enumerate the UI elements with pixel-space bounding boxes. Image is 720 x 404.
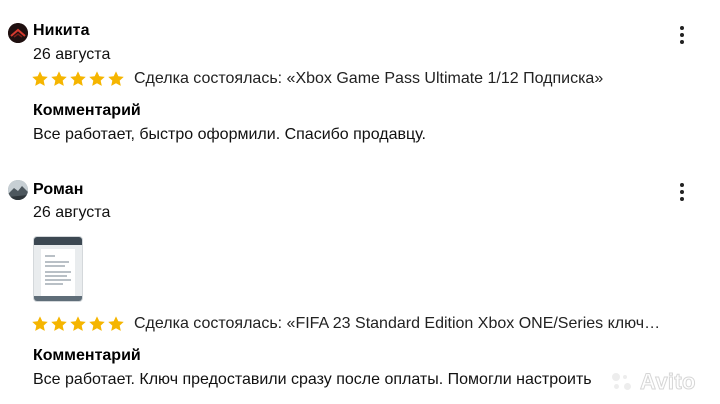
more-vertical-icon xyxy=(680,26,684,30)
star-icon xyxy=(32,71,48,86)
rating-line: Сделка состоялась: «FIFA 23 Standard Edi… xyxy=(31,313,660,335)
star-rating xyxy=(31,70,125,88)
review-card: Никита 26 августа Сделка состоялась: «Xb… xyxy=(0,0,720,160)
comment-heading: Комментарий xyxy=(33,102,141,119)
more-options-button[interactable] xyxy=(672,24,692,46)
avatar[interactable] xyxy=(8,180,28,200)
comment-text: Все работает. Ключ предоставили сразу по… xyxy=(33,371,592,388)
star-icon xyxy=(70,71,86,86)
avatar[interactable] xyxy=(8,23,28,43)
comment-text: Все работает, быстро оформили. Спасибо п… xyxy=(33,126,426,143)
star-icon xyxy=(51,316,67,331)
review-date: 26 августа xyxy=(33,46,111,63)
star-icon xyxy=(89,316,105,331)
comment-heading: Комментарий xyxy=(33,347,141,364)
avito-watermark: Avito xyxy=(610,368,696,396)
star-icon xyxy=(51,71,67,86)
watermark-brand: Avito xyxy=(640,369,696,395)
author-name[interactable]: Роман xyxy=(33,181,84,199)
star-rating xyxy=(31,315,125,333)
review-date: 26 августа xyxy=(33,204,111,221)
rating-line: Сделка состоялась: «Xbox Game Pass Ultim… xyxy=(31,68,603,90)
avatar-image xyxy=(8,180,28,200)
deal-info: Сделка состоялась: «Xbox Game Pass Ultim… xyxy=(134,70,604,87)
avito-logo-icon xyxy=(610,371,636,393)
more-vertical-icon xyxy=(680,183,684,187)
avatar-image xyxy=(8,23,28,43)
star-icon xyxy=(70,316,86,331)
star-icon xyxy=(108,71,124,86)
review-photo-thumbnail[interactable] xyxy=(33,236,83,302)
star-icon xyxy=(108,316,124,331)
author-name[interactable]: Никита xyxy=(33,22,90,40)
star-icon xyxy=(32,316,48,331)
more-options-button[interactable] xyxy=(672,181,692,203)
deal-info: Сделка состоялась: «FIFA 23 Standard Edi… xyxy=(134,315,661,332)
star-icon xyxy=(89,71,105,86)
